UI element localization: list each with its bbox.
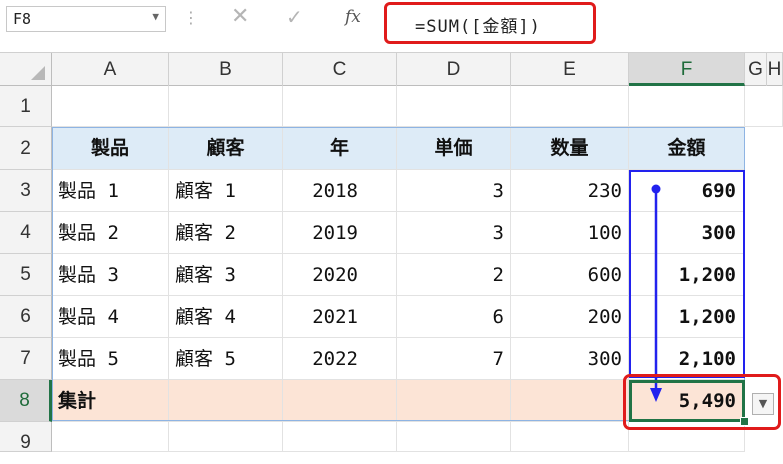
cell-f9[interactable] — [629, 422, 745, 452]
cell-d1[interactable] — [397, 86, 511, 127]
fill-handle[interactable] — [740, 417, 749, 426]
cell-unit-price[interactable]: 2 — [397, 254, 511, 296]
cell-total-e[interactable] — [511, 380, 629, 422]
cell-c9[interactable] — [283, 422, 397, 452]
cell-total-c[interactable] — [283, 380, 397, 422]
cell-b1[interactable] — [169, 86, 283, 127]
cell-b9[interactable] — [169, 422, 283, 452]
chevron-down-icon: ▼ — [758, 397, 768, 410]
cell-quantity[interactable]: 230 — [511, 170, 629, 212]
column-header-d[interactable]: D — [397, 53, 511, 86]
cell-d9[interactable] — [397, 422, 511, 452]
cell-product[interactable]: 製品 3 — [52, 254, 169, 296]
row-header-9[interactable]: 9 — [0, 422, 52, 453]
row-header-2[interactable]: 2 — [0, 127, 52, 170]
column-header-row: A B C D E F G H — [0, 52, 783, 86]
more-icon: ⋮ — [183, 8, 199, 27]
cell-customer[interactable]: 顧客 1 — [169, 170, 283, 212]
cell-c1[interactable] — [283, 86, 397, 127]
cell-quantity[interactable]: 200 — [511, 296, 629, 338]
table-header-amount[interactable]: 金額 — [629, 127, 745, 170]
table-header-unit-price[interactable]: 単価 — [397, 127, 511, 170]
cell-customer[interactable]: 顧客 3 — [169, 254, 283, 296]
total-dropdown-button[interactable]: ▼ — [752, 393, 774, 415]
cell-customer[interactable]: 顧客 4 — [169, 296, 283, 338]
cell-product[interactable]: 製品 4 — [52, 296, 169, 338]
table-header-product[interactable]: 製品 — [52, 127, 169, 170]
row-header-1[interactable]: 1 — [0, 86, 52, 127]
name-box[interactable]: F8 ▼ — [6, 6, 166, 32]
cell-customer[interactable]: 顧客 2 — [169, 212, 283, 254]
row-header-5[interactable]: 5 — [0, 254, 52, 296]
fx-icon[interactable]: fx — [345, 7, 361, 27]
cancel-icon[interactable]: ✕ — [231, 4, 249, 29]
cell-amount[interactable]: 1,200 — [629, 254, 745, 296]
total-label[interactable]: 集計 — [52, 380, 169, 422]
cell-product[interactable]: 製品 1 — [52, 170, 169, 212]
column-header-g[interactable]: G — [745, 53, 767, 86]
column-header-e[interactable]: E — [511, 53, 629, 86]
cell-e9[interactable] — [511, 422, 629, 452]
column-header-f[interactable]: F — [629, 53, 745, 86]
cell-quantity[interactable]: 600 — [511, 254, 629, 296]
table-header-customer[interactable]: 顧客 — [169, 127, 283, 170]
row-header-8[interactable]: 8 — [0, 380, 52, 422]
cell-total-b[interactable] — [169, 380, 283, 422]
cell-year[interactable]: 2018 — [283, 170, 397, 212]
cell-amount[interactable]: 2,100 — [629, 338, 745, 380]
cell-year[interactable]: 2020 — [283, 254, 397, 296]
cell-amount[interactable]: 690 — [629, 170, 745, 212]
cell-product[interactable]: 製品 2 — [52, 212, 169, 254]
column-header-c[interactable]: C — [283, 53, 397, 86]
formula-bar: F8 ▼ ⋮ ✕ ✓ fx =SUM([金額]) — [0, 0, 783, 52]
row-header-6[interactable]: 6 — [0, 296, 52, 338]
enter-icon[interactable]: ✓ — [286, 5, 303, 29]
cell-unit-price[interactable]: 3 — [397, 212, 511, 254]
table-header-quantity[interactable]: 数量 — [511, 127, 629, 170]
total-value[interactable]: 5,490 — [629, 380, 745, 422]
cell-year[interactable]: 2019 — [283, 212, 397, 254]
column-header-h[interactable]: H — [767, 53, 783, 86]
cell-unit-price[interactable]: 3 — [397, 170, 511, 212]
cell-amount[interactable]: 300 — [629, 212, 745, 254]
cell-e1[interactable] — [511, 86, 629, 127]
row-header-7[interactable]: 7 — [0, 338, 52, 380]
column-header-a[interactable]: A — [52, 53, 169, 86]
column-header-b[interactable]: B — [169, 53, 283, 86]
cell-quantity[interactable]: 100 — [511, 212, 629, 254]
cell-year[interactable]: 2022 — [283, 338, 397, 380]
cell-year[interactable]: 2021 — [283, 296, 397, 338]
cell-quantity[interactable]: 300 — [511, 338, 629, 380]
chevron-down-icon[interactable]: ▼ — [152, 10, 159, 23]
cell-amount[interactable]: 1,200 — [629, 296, 745, 338]
cell-f1[interactable] — [629, 86, 745, 127]
cell-customer[interactable]: 顧客 5 — [169, 338, 283, 380]
cell-a1[interactable] — [52, 86, 169, 127]
select-all-button[interactable] — [0, 53, 52, 86]
cell-total-d[interactable] — [397, 380, 511, 422]
cell-a9[interactable] — [52, 422, 169, 452]
cell-product[interactable]: 製品 5 — [52, 338, 169, 380]
formula-text: =SUM([金額]) — [415, 17, 541, 37]
formula-input[interactable]: =SUM([金額]) — [384, 2, 596, 44]
row-header-3[interactable]: 3 — [0, 170, 52, 212]
cell-unit-price[interactable]: 7 — [397, 338, 511, 380]
cell-unit-price[interactable]: 6 — [397, 296, 511, 338]
cell-g1[interactable] — [745, 86, 783, 127]
table-header-year[interactable]: 年 — [283, 127, 397, 170]
row-header-4[interactable]: 4 — [0, 212, 52, 254]
